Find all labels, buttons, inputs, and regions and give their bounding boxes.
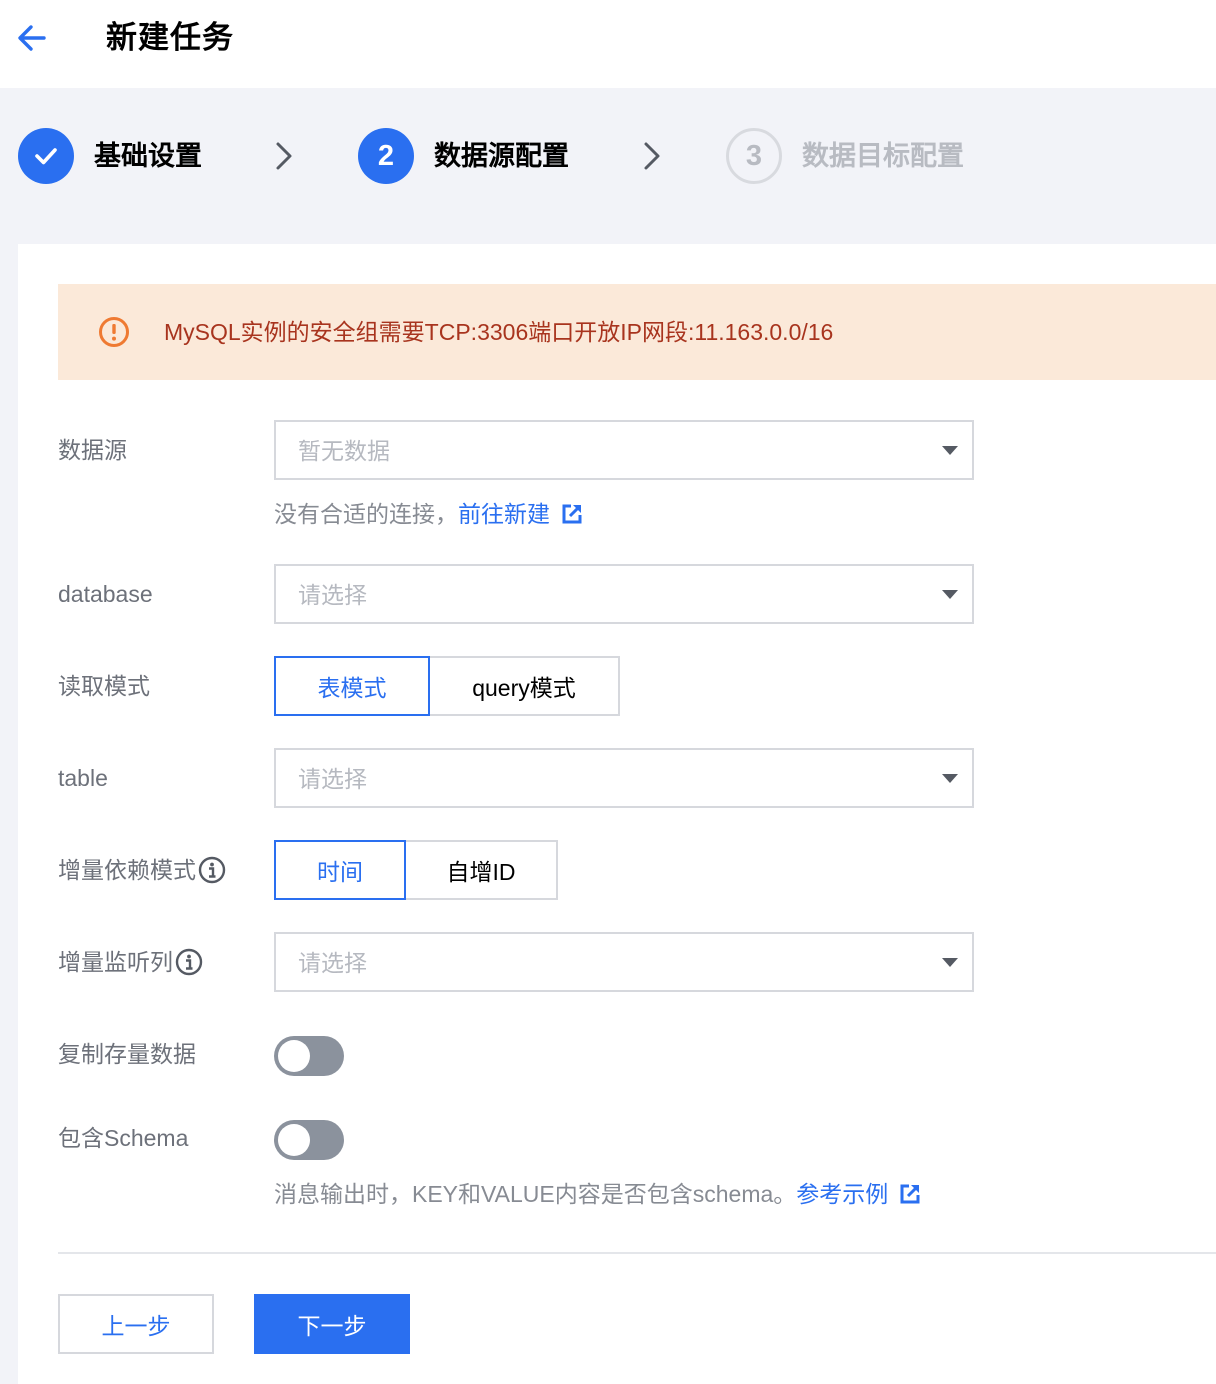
page-title: 新建任务	[106, 20, 234, 55]
step-3-number-badge: 3	[726, 128, 782, 184]
datasource-placeholder: 暂无数据	[298, 438, 390, 464]
step-2-number-badge: 2	[358, 128, 414, 184]
check-icon	[35, 148, 57, 165]
toggle-knob	[278, 1040, 310, 1072]
info-circle-icon[interactable]	[198, 856, 226, 884]
create-connection-link-text: 前往新建	[458, 501, 550, 527]
step-2-label: 数据源配置	[434, 141, 569, 171]
read-mode-segmented: 表模式 query模式	[274, 656, 620, 716]
database-label: database	[58, 581, 153, 607]
external-link-icon	[900, 1184, 920, 1204]
incremental-mode-label: 增量依赖模式	[58, 854, 226, 886]
read-mode-table-option[interactable]: 表模式	[274, 656, 430, 716]
include-schema-label: 包含Schema	[58, 1125, 189, 1151]
incremental-column-label: 增量监听列	[58, 946, 203, 978]
incremental-column-select[interactable]: 请选择	[274, 932, 974, 992]
caret-down-icon	[942, 774, 958, 783]
incremental-mode-segmented: 时间 自增ID	[274, 840, 558, 900]
read-mode-query-option[interactable]: query模式	[430, 656, 620, 716]
datasource-select[interactable]: 暂无数据	[274, 420, 974, 480]
external-link-icon	[562, 504, 582, 524]
caret-down-icon	[942, 446, 958, 455]
security-group-alert: MySQL实例的安全组需要TCP:3306端口开放IP网段:11.163.0.0…	[58, 284, 1216, 380]
chevron-right-icon	[276, 142, 292, 170]
schema-example-link-text: 参考示例	[796, 1181, 889, 1207]
step-1-label: 基础设置	[94, 141, 202, 171]
datasource-hint: 没有合适的连接， 前往新建	[274, 498, 584, 530]
include-schema-toggle[interactable]	[274, 1120, 344, 1160]
prev-step-button[interactable]: 上一步	[58, 1294, 214, 1354]
toggle-knob	[278, 1124, 310, 1156]
warning-circle-icon	[99, 317, 129, 347]
incremental-column-placeholder: 请选择	[298, 950, 367, 976]
arrow-left-icon[interactable]	[14, 20, 50, 56]
step-indicator: 基础设置 2 数据源配置 3 数据目标配置	[0, 88, 1216, 244]
incremental-mode-autoid-option[interactable]: 自增ID	[406, 840, 558, 900]
create-connection-link[interactable]: 前往新建	[458, 498, 584, 530]
table-placeholder: 请选择	[298, 766, 367, 792]
database-placeholder: 请选择	[298, 582, 367, 608]
info-circle-icon[interactable]	[175, 948, 203, 976]
caret-down-icon	[942, 958, 958, 967]
alert-text: MySQL实例的安全组需要TCP:3306端口开放IP网段:11.163.0.0…	[164, 319, 834, 345]
table-label: table	[58, 765, 108, 791]
step-3-label: 数据目标配置	[802, 141, 964, 171]
footer-divider	[58, 1252, 1216, 1254]
caret-down-icon	[942, 590, 958, 599]
datasource-hint-text: 没有合适的连接，	[274, 501, 458, 527]
include-schema-hint: 消息输出时，KEY和VALUE内容是否包含schema。 参考示例	[274, 1178, 922, 1210]
database-select[interactable]: 请选择	[274, 564, 974, 624]
step-1-check-badge	[18, 128, 74, 184]
form-card: MySQL实例的安全组需要TCP:3306端口开放IP网段:11.163.0.0…	[18, 244, 1216, 1384]
include-schema-hint-text: 消息输出时，KEY和VALUE内容是否包含schema。	[274, 1181, 797, 1207]
copy-existing-toggle[interactable]	[274, 1036, 344, 1076]
copy-existing-label: 复制存量数据	[58, 1041, 196, 1067]
read-mode-label: 读取模式	[58, 673, 150, 699]
chevron-right-icon	[644, 142, 660, 170]
schema-example-link[interactable]: 参考示例	[796, 1178, 922, 1210]
incremental-mode-time-option[interactable]: 时间	[274, 840, 406, 900]
table-select[interactable]: 请选择	[274, 748, 974, 808]
next-step-button[interactable]: 下一步	[254, 1294, 410, 1354]
incremental-column-label-text: 增量监听列	[58, 949, 173, 975]
incremental-mode-label-text: 增量依赖模式	[58, 857, 196, 883]
page-header: 新建任务	[0, 0, 1216, 88]
datasource-label: 数据源	[58, 437, 127, 463]
